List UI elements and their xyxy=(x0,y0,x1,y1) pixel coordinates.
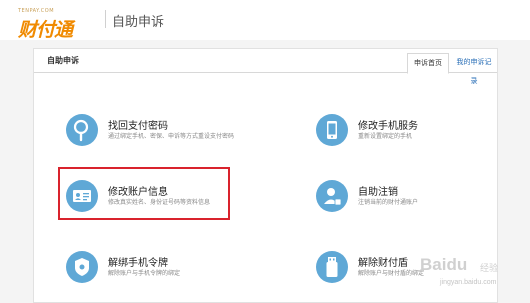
option-title[interactable]: 修改手机服务 xyxy=(358,117,418,132)
site-header: TENPAY.COM 财付通 自助申诉 xyxy=(0,0,530,41)
option-desc: 解除账户与手机令牌的绑定 xyxy=(108,270,181,277)
watermark-url: jingyan.baidu.com xyxy=(440,279,497,286)
panel-title: 自助申诉 xyxy=(47,56,79,65)
option-desc: 注销当前的财付通账户 xyxy=(358,199,419,206)
user-logout-icon xyxy=(316,180,348,212)
baidu-jingyan-watermark: Baidu 经验 jingyan.baidu.com xyxy=(420,255,526,295)
header-divider xyxy=(105,10,106,28)
option-title[interactable]: 找回支付密码 xyxy=(108,117,168,132)
watermark-sub: 经验 xyxy=(480,264,499,274)
tab-appeal-home[interactable]: 申诉首页 xyxy=(407,53,449,74)
panel-header: 自助申诉 申诉首页 我的申诉记录 xyxy=(34,49,498,85)
option-unbind-phone-token[interactable]: 解绑手机令牌 解除账户与手机令牌的绑定 xyxy=(66,251,266,301)
option-self-deregister[interactable]: 自助注销 注销当前的财付通账户 xyxy=(316,180,516,230)
option-modify-phone-service[interactable]: 修改手机服务 重新设置绑定的手机 xyxy=(316,114,516,164)
logo-text: 财付通 xyxy=(18,19,73,41)
option-title[interactable]: 解绑手机令牌 xyxy=(108,254,168,269)
shield-token-icon xyxy=(66,251,98,283)
tenpay-logo[interactable]: TENPAY.COM 财付通 xyxy=(8,5,104,41)
option-title[interactable]: 解除财付盾 xyxy=(358,254,408,269)
highlight-box xyxy=(58,167,230,220)
page-title: 自助申诉 xyxy=(112,15,165,30)
logo-caption: TENPAY.COM xyxy=(18,8,55,14)
option-title[interactable]: 自助注销 xyxy=(358,183,398,198)
option-desc: 通过绑定手机、密保、申诉等方式重设支付密码 xyxy=(108,133,235,140)
tab-my-appeal-records[interactable]: 我的申诉记录 xyxy=(450,53,498,85)
watermark-logo: Baidu xyxy=(420,255,468,274)
phone-icon xyxy=(316,114,348,146)
usb-key-icon xyxy=(316,251,348,283)
magnifier-icon xyxy=(66,114,98,146)
option-desc: 重新设置绑定的手机 xyxy=(358,133,413,140)
option-reset-payment-password[interactable]: 找回支付密码 通过绑定手机、密保、申诉等方式重设支付密码 xyxy=(66,114,266,164)
